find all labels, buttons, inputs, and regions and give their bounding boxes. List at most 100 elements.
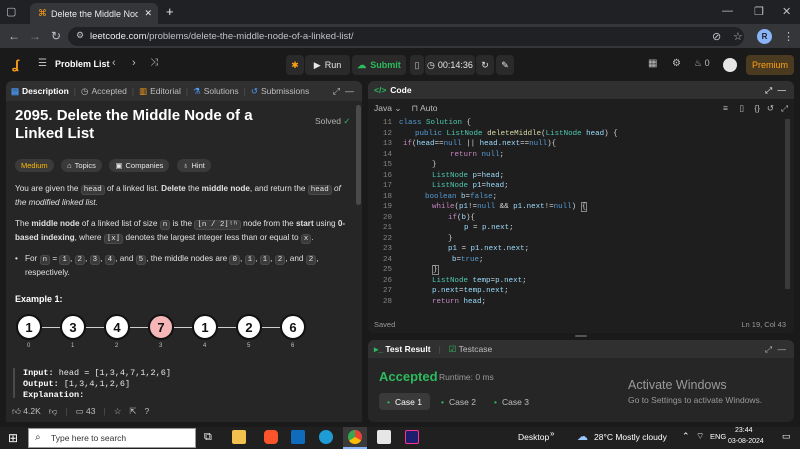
desktop-toolbar[interactable]: Desktop [518,432,549,442]
fullscreen-icon[interactable]: ⤢ [781,103,788,114]
task-view-icon[interactable]: ⧉ [204,431,212,444]
tab-description[interactable]: ▤ Description [6,86,74,97]
streak-counter[interactable]: ♨ 0 [694,58,710,69]
share-icon[interactable]: ⇱ [129,406,136,417]
brave-browser-icon[interactable] [264,430,278,444]
expand-result-icon[interactable]: ⤢ [765,344,772,355]
notification-icon[interactable]: ▭ [782,431,791,442]
close-tab-icon[interactable]: ✕ [144,8,152,19]
run-button[interactable]: ▶ Run [305,55,350,75]
minimize-icon[interactable]: — [722,5,733,17]
prev-problem-icon[interactable]: ‹ [112,57,116,69]
format-icon[interactable]: ≡ [723,103,728,113]
reload-icon[interactable]: ↻ [51,29,61,43]
shuffle-icon[interactable]: ⤨ [150,57,158,68]
chrome-menu-icon[interactable]: ⋮ [783,30,794,43]
case-2-tab[interactable]: • Case 2 [433,393,484,410]
reset-timer-icon[interactable]: ↻ [476,55,494,75]
pass-dot-icon: • [494,396,497,407]
description-scrollbar[interactable] [356,105,361,205]
settings-gear-icon[interactable]: ⚙ [672,58,681,69]
difficulty-chip[interactable]: Medium [15,159,54,172]
language-indicator[interactable]: ENG [710,432,726,441]
topics-chip[interactable]: ⌂ Topics [61,159,102,172]
mail-icon[interactable] [291,430,305,444]
code-line: boolean b=false; [425,192,498,201]
node-index: 3 [159,343,163,349]
favorite-star-icon[interactable]: ☆ [114,406,122,417]
next-problem-icon[interactable]: › [132,57,136,69]
notes-icon[interactable]: ▯ [410,55,424,75]
hint-chip[interactable]: ♁ Hint [176,159,211,172]
tab-accepted[interactable]: ◷ Accepted [76,86,132,97]
taskbar-search[interactable]: ⌕ Type here to search [28,428,196,448]
expand-icon[interactable]: ⤢ [333,86,340,97]
solved-label: Solved [315,116,341,126]
app-window-icon[interactable] [377,430,391,444]
windows-start-icon[interactable]: ⊞ [8,431,18,445]
like-button[interactable]: 👍︎ 4.2K [12,406,41,417]
layout-icon[interactable]: ▦ [648,58,657,69]
tab-editorial[interactable]: ▥ Editorial [134,86,186,97]
clock-icon: ◷ [81,85,89,96]
eye-off-icon[interactable]: ⊘ [712,30,721,43]
companies-chip[interactable]: ▣ Companies [109,159,170,172]
browser-tab[interactable]: ⌘ Delete the Middle Node of a Li ✕ [30,3,158,24]
comments-button[interactable]: ▭ 43 [76,406,96,417]
premium-button[interactable]: Premium [746,55,794,75]
minimize-code-icon[interactable]: — [778,85,787,95]
file-explorer-icon[interactable] [232,430,246,444]
close-window-icon[interactable]: ✕ [782,5,791,18]
restore-icon[interactable]: ❐ [754,5,764,18]
runtime: Runtime: 0 ms [439,372,494,382]
language-select[interactable]: Java ⌄ [374,103,401,114]
timer-icon: ◷ [427,59,435,70]
clock-date[interactable]: 03-08-2024 [728,438,764,445]
tab-testcase[interactable]: ☑ Testcase [449,344,492,355]
wifi-icon[interactable]: ⌔ [696,431,704,442]
minimize-panel-icon[interactable]: — [345,86,354,96]
user-avatar[interactable] [723,58,737,72]
site-info-icon[interactable]: ⚙ [76,30,84,41]
clock-time[interactable]: 23:44 [735,427,753,434]
node-index: 4 [203,343,207,349]
forward-icon[interactable]: → [29,29,41,43]
leetcode-logo-icon[interactable]: ʆ [12,57,19,72]
profile-avatar[interactable]: R [757,29,772,44]
run-label: Run [324,60,342,70]
back-icon[interactable]: ← [8,29,20,43]
expand-code-icon[interactable]: ⤢ [765,85,772,96]
dislike-icon[interactable]: 👎︎ [49,406,58,417]
case-3-tab[interactable]: • Case 3 [486,393,537,410]
timer-value: 00:14:36 [437,60,473,70]
paragraph-1: You are given the head of a linked list.… [15,184,341,207]
edge-browser-icon[interactable] [319,430,333,444]
chrome-browser-icon[interactable] [348,430,362,444]
editor-scrollbar[interactable] [785,119,790,289]
tab-solutions[interactable]: ⚗ Solutions [188,86,244,97]
auto-toggle[interactable]: ⊓ Auto [411,103,437,114]
code-line: p.next=temp.next; [432,287,509,295]
undo-icon[interactable]: ↺ [767,103,774,114]
debug-icon[interactable]: ✱ [286,55,304,75]
panel-resize-handle[interactable] [575,335,587,337]
note-icon[interactable]: ✎ [496,55,514,75]
case-1-tab[interactable]: • Case 1 [379,393,430,410]
tab-submissions[interactable]: ↺ Submissions [246,86,314,97]
tray-chevron-icon[interactable]: ⌃ [682,431,690,442]
timer[interactable]: ◷ 00:14:36 [425,55,475,75]
intellij-icon[interactable] [405,430,419,444]
submit-button[interactable]: ☁ Submit [352,55,406,75]
bookmark-icon[interactable]: ▯ [739,103,744,114]
problem-list-link[interactable]: Problem List [55,59,110,69]
bookmark-star-icon[interactable]: ☆ [733,30,743,43]
tab-list-icon[interactable]: ▢ [6,5,16,18]
minimize-result-icon[interactable]: — [778,344,787,354]
address-bar[interactable]: ⚙ leetcode.com/problems/delete-the-middl… [68,27,744,46]
weather-text[interactable]: 28°C Mostly cloudy [594,432,667,442]
help-icon[interactable]: ? [144,406,149,416]
braces-icon[interactable]: {} [754,103,760,113]
tab-test-result[interactable]: ▸_ Test Result [374,344,431,355]
new-tab-icon[interactable]: + [166,4,174,19]
chevron-up-icon[interactable]: » [550,429,554,438]
